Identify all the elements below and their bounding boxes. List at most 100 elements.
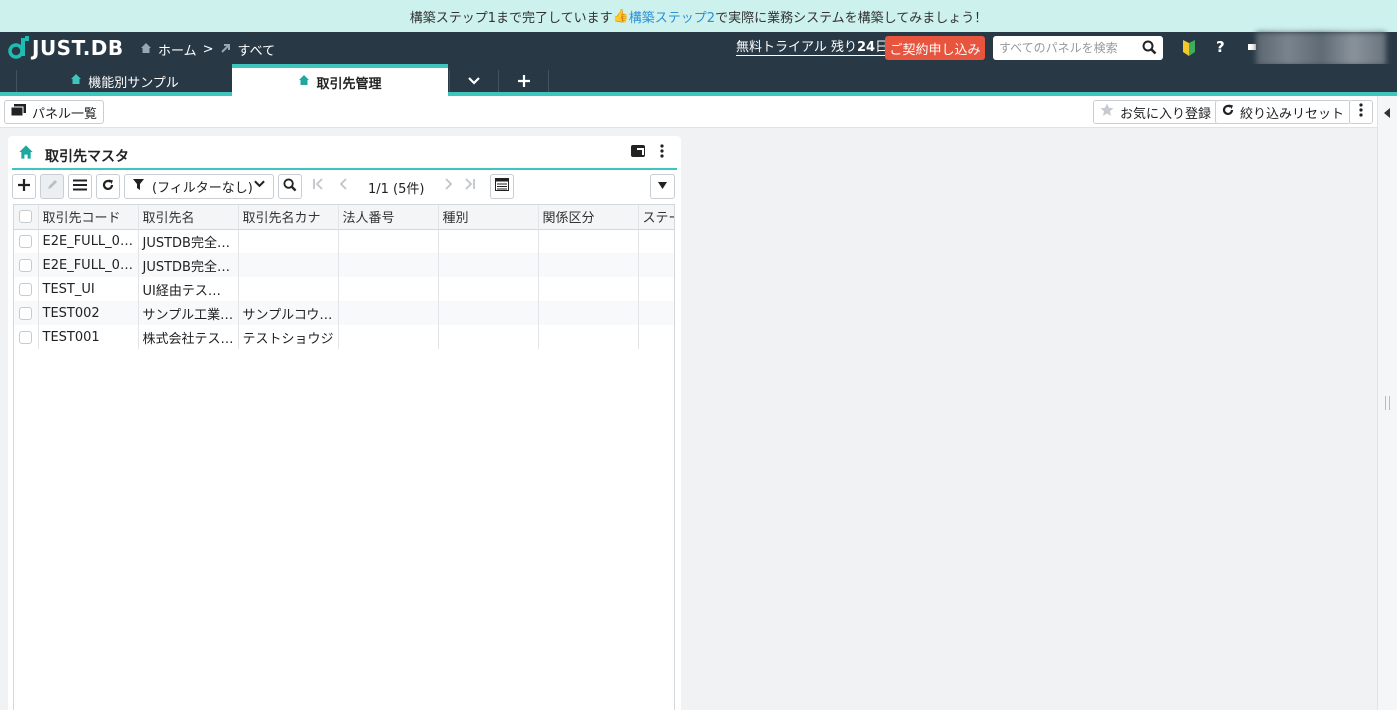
table-row[interactable]: TEST002 サンプル工業… サンプルコウ… <box>14 301 674 325</box>
collapse-arrow-icon[interactable] <box>1384 108 1390 118</box>
table-row[interactable]: E2E_FULL_001 JUSTDB完全… <box>14 253 674 277</box>
add-tab-button[interactable] <box>499 70 549 92</box>
filter-select[interactable]: (フィルターなし) <box>124 174 274 199</box>
first-page-icon[interactable] <box>312 178 324 190</box>
search-icon[interactable] <box>1142 40 1157 59</box>
column-header[interactable]: ステータス <box>638 205 674 230</box>
panel-kebab-icon[interactable] <box>660 144 664 160</box>
cell[interactable] <box>238 229 339 253</box>
cell[interactable] <box>338 301 439 325</box>
panel-search-input[interactable] <box>999 41 1139 55</box>
popout-icon[interactable] <box>631 145 645 157</box>
search-icon <box>283 177 297 196</box>
side-panel-toggle[interactable] <box>1377 96 1397 710</box>
justdb-logo[interactable]: JUST.DB <box>8 36 124 60</box>
column-header[interactable]: 取引先名 <box>138 205 239 230</box>
reset-label: 絞り込みリセット <box>1240 106 1345 122</box>
reset-filters-button[interactable]: 絞り込みリセット <box>1215 100 1352 124</box>
cell[interactable]: UI経由テスト… <box>138 277 239 301</box>
cell[interactable]: TEST002 <box>38 301 139 325</box>
panel-options-dropdown[interactable] <box>650 174 675 199</box>
refresh-button[interactable] <box>96 174 120 199</box>
cell[interactable] <box>338 277 439 301</box>
cell[interactable] <box>338 229 439 253</box>
cell[interactable] <box>238 253 339 277</box>
cell[interactable] <box>438 301 539 325</box>
cell[interactable] <box>338 253 439 277</box>
banner-step2-link[interactable]: 構築ステップ2 <box>629 7 715 26</box>
cell[interactable]: テストショウジ <box>238 325 339 349</box>
calendar-view-button[interactable] <box>490 174 514 199</box>
cell[interactable] <box>538 301 639 325</box>
next-page-icon[interactable] <box>442 178 454 190</box>
plus-icon <box>517 71 530 92</box>
cell[interactable] <box>438 253 539 277</box>
favorite-button[interactable]: お気に入り登録 <box>1093 100 1219 124</box>
row-checkbox[interactable] <box>19 306 33 320</box>
cell[interactable]: サンプル工業… <box>138 301 239 325</box>
cell[interactable] <box>538 229 639 253</box>
cell[interactable]: E2E_FULL_002 <box>38 229 139 253</box>
contract-button[interactable]: ご契約申し込み <box>885 36 985 60</box>
column-header[interactable]: 取引先コード <box>38 205 139 230</box>
cell[interactable] <box>638 253 674 277</box>
resize-grip-icon[interactable] <box>1385 396 1390 410</box>
table-row[interactable]: TEST001 株式会社テス… テストショウジ <box>14 325 674 349</box>
column-header[interactable]: 種別 <box>438 205 539 230</box>
cell[interactable] <box>238 277 339 301</box>
row-checkbox[interactable] <box>19 282 33 296</box>
header-row: 取引先コード 取引先名 取引先名カナ 法人番号 種別 関係区分 ステータス <box>14 205 674 230</box>
column-header[interactable]: 関係区分 <box>538 205 639 230</box>
column-header[interactable]: 取引先名カナ <box>238 205 339 230</box>
beginner-mark-icon[interactable] <box>1182 40 1196 60</box>
select-all-checkbox[interactable] <box>19 210 33 224</box>
cell[interactable] <box>438 325 539 349</box>
edit-record-button[interactable] <box>40 174 64 199</box>
tab-customer-management[interactable]: 取引先管理 <box>232 64 448 96</box>
table-row[interactable]: E2E_FULL_002 JUSTDB完全… <box>14 229 674 253</box>
page-menu-button[interactable] <box>1349 100 1373 124</box>
cell[interactable]: JUSTDB完全… <box>138 229 239 253</box>
cell[interactable] <box>638 325 674 349</box>
breadcrumb-current[interactable]: すべて <box>238 40 276 59</box>
row-checkbox[interactable] <box>19 330 33 344</box>
cell[interactable] <box>538 277 639 301</box>
customer-master-panel: 取引先マスタ (フィルターなし) 1/1 (5件) 取引先コード 取引先名 取引… <box>8 136 681 710</box>
row-checkbox[interactable] <box>19 234 33 248</box>
row-checkbox[interactable] <box>19 258 33 272</box>
cell[interactable] <box>338 325 439 349</box>
cell[interactable] <box>638 301 674 325</box>
tab-feature-samples[interactable]: 機能別サンプル <box>16 70 232 92</box>
table-row[interactable]: TEST_UI UI経由テスト… <box>14 277 674 301</box>
cell[interactable]: 株式会社テス… <box>138 325 239 349</box>
breadcrumb-home[interactable]: ホーム <box>158 40 197 59</box>
prev-page-icon[interactable] <box>338 178 350 190</box>
cell[interactable]: TEST_UI <box>38 277 139 301</box>
cell[interactable] <box>638 277 674 301</box>
panel-list-button[interactable]: パネル一覧 <box>4 100 105 124</box>
cell[interactable]: JUSTDB完全… <box>138 253 239 277</box>
notification-icon[interactable] <box>1248 44 1256 50</box>
select-all-checkbox-cell <box>14 205 39 230</box>
thumbs-up-icon: 👍 <box>612 8 629 24</box>
cell[interactable] <box>538 253 639 277</box>
cell[interactable] <box>538 325 639 349</box>
tab-list-dropdown[interactable] <box>449 70 499 92</box>
list-view-button[interactable] <box>68 174 92 199</box>
cell[interactable]: サンプルコウ… <box>238 301 339 325</box>
search-records-button[interactable] <box>278 174 302 199</box>
cell[interactable] <box>438 229 539 253</box>
cell[interactable]: TEST001 <box>38 325 139 349</box>
cell[interactable]: E2E_FULL_001 <box>38 253 139 277</box>
help-icon[interactable]: ? <box>1216 38 1225 56</box>
cell[interactable] <box>438 277 539 301</box>
add-record-button[interactable] <box>12 174 36 199</box>
trial-remaining-link[interactable]: 無料トライアル 残り24日 <box>736 40 889 56</box>
row-checkbox-cell <box>14 325 39 349</box>
favorite-label: お気に入り登録 <box>1120 106 1212 122</box>
user-account-area[interactable] <box>1256 32 1386 66</box>
paging-status: 1/1 (5件) <box>368 182 425 197</box>
column-header[interactable]: 法人番号 <box>338 205 439 230</box>
last-page-icon[interactable] <box>464 178 476 190</box>
cell[interactable] <box>638 229 674 253</box>
